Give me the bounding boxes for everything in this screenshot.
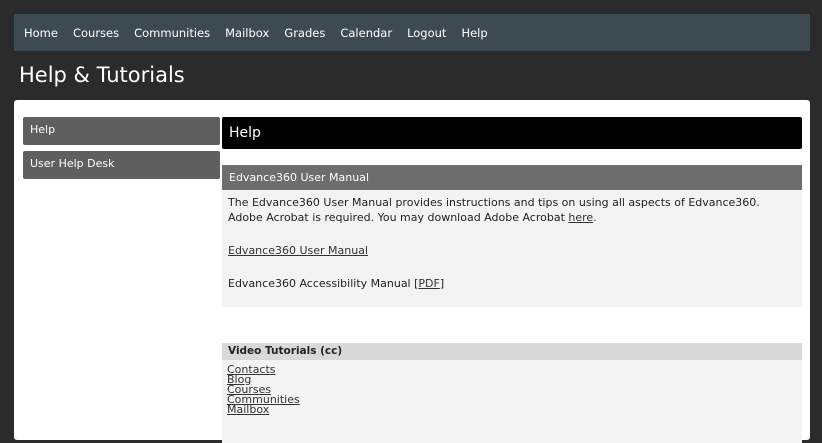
nav-grades[interactable]: Grades (284, 26, 325, 40)
nav-logout[interactable]: Logout (407, 26, 446, 40)
nav-mailbox[interactable]: Mailbox (225, 26, 269, 40)
nav-communities[interactable]: Communities (134, 26, 210, 40)
user-manual-description: The Edvance360 User Manual provides inst… (228, 195, 796, 225)
page-title: Help & Tutorials (19, 63, 185, 87)
main-title: Help (222, 117, 802, 149)
top-navigation-bar: Home Courses Communities Mailbox Grades … (14, 14, 810, 51)
nav-calendar[interactable]: Calendar (340, 26, 392, 40)
accessibility-manual-text: Edvance360 Accessibility Manual [ (228, 277, 419, 290)
description-period: . (593, 211, 597, 224)
user-manual-link[interactable]: Edvance360 User Manual (228, 244, 368, 257)
accessibility-manual-line: Edvance360 Accessibility Manual [PDF] (228, 277, 444, 290)
user-manual-header: Edvance360 User Manual (222, 165, 802, 190)
accessibility-close-bracket: ] (439, 277, 445, 290)
video-link-mailbox[interactable]: Mailbox (227, 404, 300, 415)
video-tutorials-header: Video Tutorials (cc) (222, 343, 802, 360)
content-panel: Help User Help Desk Help Edvance360 User… (14, 100, 810, 443)
adobe-acrobat-here-link[interactable]: here (568, 211, 593, 224)
nav-courses[interactable]: Courses (73, 26, 119, 40)
nav-help[interactable]: Help (461, 26, 487, 40)
manual-description-text: The Edvance360 User Manual provides inst… (228, 196, 760, 224)
sidebar-item-help[interactable]: Help (23, 117, 220, 145)
sidebar-item-user-help-desk[interactable]: User Help Desk (23, 151, 220, 179)
user-manual-section: Edvance360 User Manual The Edvance360 Us… (222, 165, 802, 307)
nav-home[interactable]: Home (24, 26, 58, 40)
accessibility-pdf-link[interactable]: PDF (418, 277, 439, 290)
video-tutorials-section: Video Tutorials (cc) Contacts Blog Cours… (222, 343, 802, 443)
video-tutorial-list: Contacts Blog Courses Communities Mailbo… (227, 364, 300, 415)
manual-link-line: Edvance360 User Manual (228, 244, 368, 257)
